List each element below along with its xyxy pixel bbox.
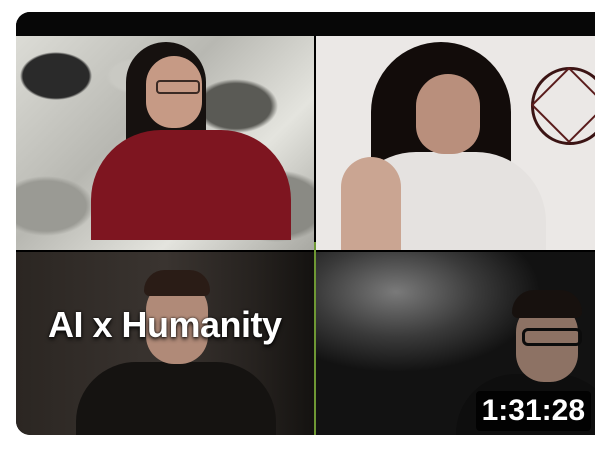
active-speaker-highlight bbox=[314, 242, 316, 435]
video-title: AI x Humanity bbox=[48, 304, 282, 345]
thumbnail-top-bar bbox=[16, 12, 595, 36]
duration-badge: 1:31:28 bbox=[475, 391, 591, 431]
grid-divider-horizontal bbox=[16, 250, 595, 252]
video-thumbnail[interactable]: AI x Humanity 1:31:28 bbox=[16, 12, 595, 435]
